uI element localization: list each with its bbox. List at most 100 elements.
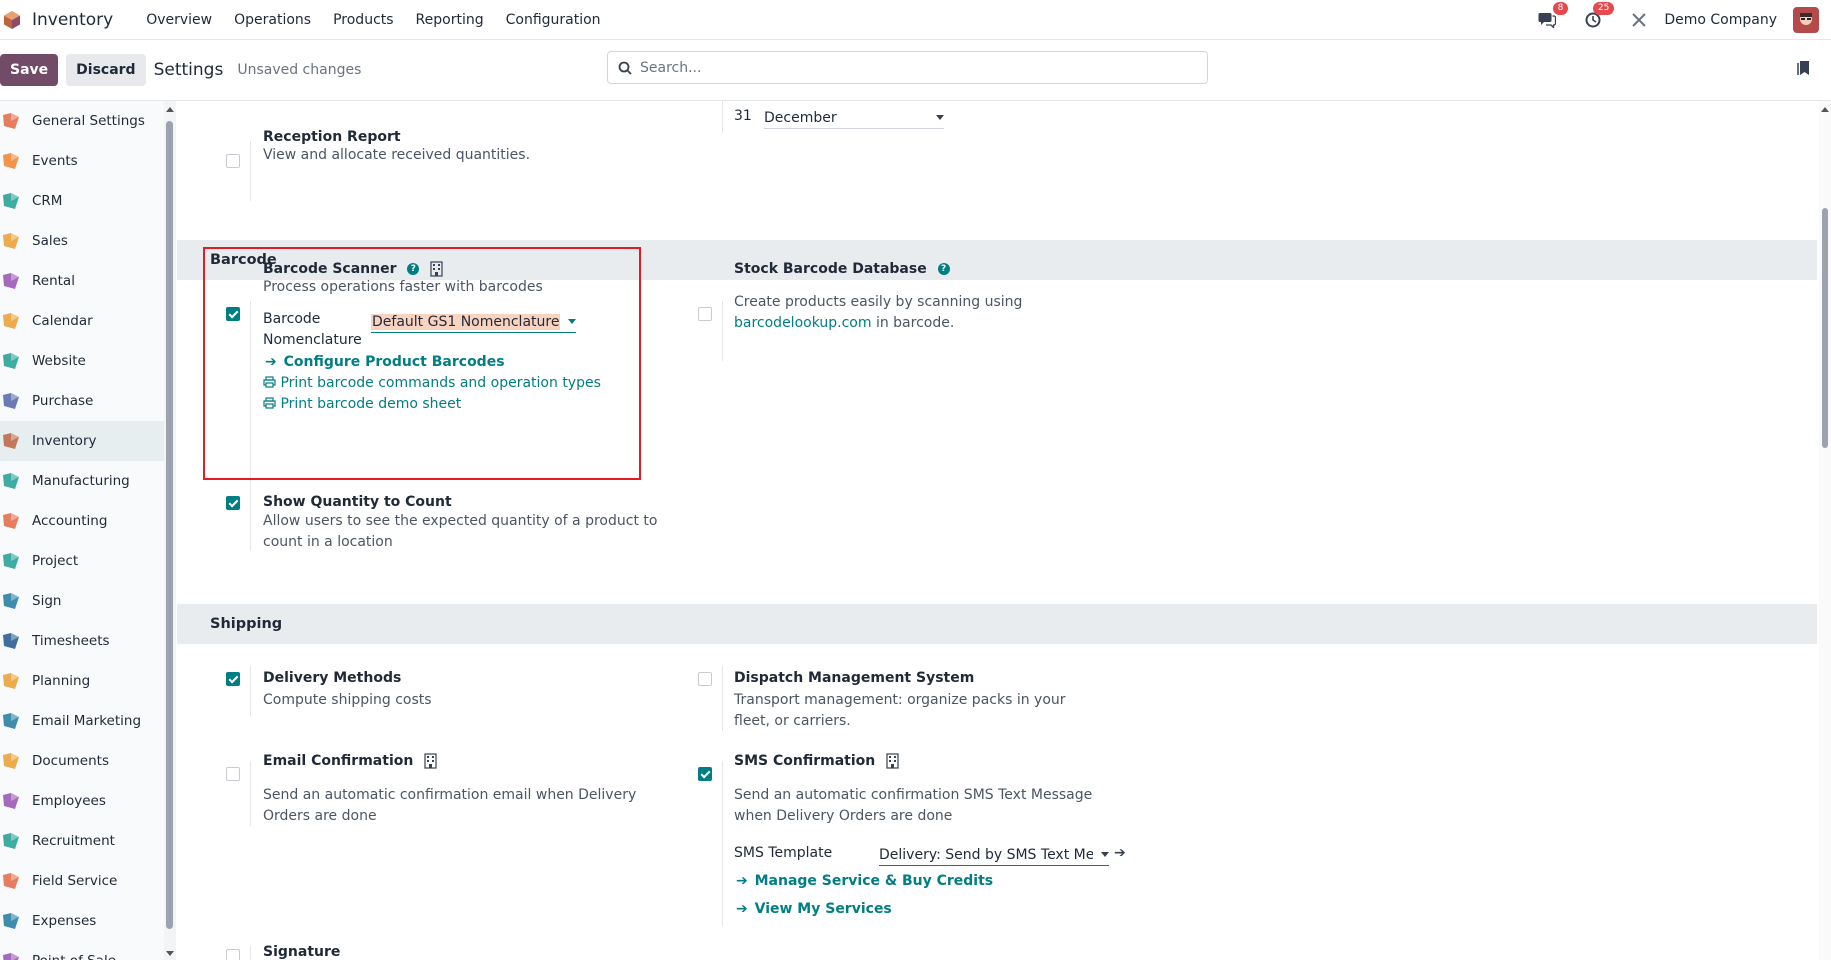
sidebar-item-label: Email Marketing [32, 713, 142, 729]
stock-barcode-db-checkbox[interactable] [698, 307, 712, 321]
sidebar-item-label: Manufacturing [32, 473, 130, 489]
menu-products[interactable]: Products [322, 12, 404, 28]
sidebar-item-label: Sign [32, 593, 62, 609]
show-quantity-title: Show Quantity to Count [263, 494, 452, 510]
company-switcher[interactable]: Demo Company [1664, 12, 1777, 28]
search-icon [618, 61, 632, 75]
sidebar-item-label: Documents [32, 753, 109, 769]
debug-tools-button[interactable] [1628, 9, 1650, 31]
timesheets-icon [0, 630, 22, 652]
sidebar-item-point-of-sale[interactable]: Point of Sale [0, 941, 175, 960]
sidebar-item-general-settings[interactable]: General Settings [0, 101, 175, 141]
sidebar-item-label: Purchase [32, 393, 94, 409]
sidebar-item-calendar[interactable]: Calendar [0, 301, 175, 341]
sidebar-item-sign[interactable]: Sign [0, 581, 175, 621]
stock-barcode-db-heading: Stock Barcode Database ? [734, 261, 950, 277]
sidebar-item-field-service[interactable]: Field Service [0, 861, 175, 901]
show-quantity-checkbox[interactable] [226, 496, 240, 510]
sidebar-item-employees[interactable]: Employees [0, 781, 175, 821]
reception-report-title: Reception Report [263, 129, 401, 145]
menu-configuration[interactable]: Configuration [495, 12, 612, 28]
sms-confirmation-checkbox[interactable] [698, 767, 712, 781]
sidebar-item-expenses[interactable]: Expenses [0, 901, 175, 941]
dispatch-management-desc: Transport management: organize packs in … [734, 692, 1066, 729]
reception-report-desc: View and allocate received quantities. [263, 147, 531, 163]
unsaved-indicator: Unsaved changes [237, 62, 362, 78]
barcodelookup-link[interactable]: barcodelookup.com [734, 315, 871, 331]
sidebar-item-rental[interactable]: Rental [0, 261, 175, 301]
sms-template-open-arrow-icon[interactable]: ➔ [1114, 845, 1126, 861]
expenses-icon [0, 910, 22, 932]
sales-icon [0, 230, 22, 252]
signature-checkbox[interactable] [226, 949, 240, 960]
email-confirmation-title: Email Confirmation [263, 753, 414, 769]
sidebar-item-manufacturing[interactable]: Manufacturing [0, 461, 175, 501]
stock-barcode-db-title: Stock Barcode Database [734, 261, 927, 277]
sidebar-item-accounting[interactable]: Accounting [0, 501, 175, 541]
email-confirmation-checkbox[interactable] [226, 767, 240, 781]
messages-button[interactable]: 8 [1536, 2, 1569, 31]
sidebar-item-crm[interactable]: CRM [0, 181, 175, 221]
sign-icon [0, 590, 22, 612]
user-avatar[interactable] [1793, 7, 1819, 33]
email-marketing-icon [0, 710, 22, 732]
menu-reporting[interactable]: Reporting [405, 12, 495, 28]
manage-service-link[interactable]: ➔ Manage Service & Buy Credits [736, 873, 993, 889]
chevron-down-icon [1101, 852, 1109, 857]
sidebar-item-label: CRM [32, 193, 63, 209]
sidebar-item-events[interactable]: Events [0, 141, 175, 181]
help-icon[interactable]: ? [937, 263, 950, 275]
activities-badge: 25 [1592, 2, 1615, 15]
sms-confirmation-desc: Send an automatic confirmation SMS Text … [734, 787, 1093, 824]
bookmark-icon[interactable] [1797, 60, 1811, 76]
control-panel: Save Discard Settings Unsaved changes [0, 40, 1831, 101]
menu-operations[interactable]: Operations [223, 12, 322, 28]
sidebar-item-sales[interactable]: Sales [0, 221, 175, 261]
sidebar-item-website[interactable]: Website [0, 341, 175, 381]
purchase-icon [0, 390, 22, 412]
view-my-services-link[interactable]: ➔ View My Services [736, 901, 892, 917]
discard-button[interactable]: Discard [66, 54, 146, 86]
reception-report-checkbox[interactable] [226, 154, 240, 168]
app-name[interactable]: Inventory [32, 10, 113, 30]
sidebar-item-label: Field Service [32, 873, 118, 889]
sidebar-item-label: Website [32, 353, 86, 369]
sidebar-item-documents[interactable]: Documents [0, 741, 175, 781]
fiscal-day-value[interactable]: 31 [734, 108, 752, 124]
sidebar-item-label: Accounting [32, 513, 108, 529]
sidebar-item-label: Timesheets [32, 633, 110, 649]
activities-button[interactable]: 25 [1582, 2, 1615, 31]
sidebar-item-label: Planning [32, 673, 91, 689]
inventory-icon [0, 430, 22, 452]
sidebar-item-timesheets[interactable]: Timesheets [0, 621, 175, 661]
save-button[interactable]: Save [0, 54, 59, 86]
sidebar-item-project[interactable]: Project [0, 541, 175, 581]
project-icon [0, 550, 22, 572]
sidebar-item-recruitment[interactable]: Recruitment [0, 821, 175, 861]
search-input[interactable] [640, 59, 1207, 76]
fiscal-month-select[interactable]: December [764, 107, 944, 129]
shipping-section-title: Shipping [210, 616, 283, 632]
menu-overview[interactable]: Overview [135, 12, 223, 28]
sms-template-select[interactable]: Delivery: Send by SMS Text Messa [879, 844, 1109, 866]
sidebar-item-label: Point of Sale [32, 953, 116, 960]
sms-template-value: Delivery: Send by SMS Text Messa [879, 846, 1093, 863]
sidebar-scrollbar[interactable] [164, 101, 176, 960]
chat-icon [1538, 13, 1557, 28]
settings-content: 31 December Reception Report View and al… [177, 101, 1831, 960]
sidebar-item-label: General Settings [32, 113, 145, 129]
show-quantity-desc: Allow users to see the expected quantity… [263, 513, 658, 550]
dispatch-management-checkbox[interactable] [698, 672, 712, 686]
page-title: Settings [153, 60, 224, 80]
sidebar-item-planning[interactable]: Planning [0, 661, 175, 701]
delivery-methods-title: Delivery Methods [263, 670, 402, 686]
inventory-app-icon[interactable] [2, 10, 22, 30]
search-box [607, 51, 1208, 84]
sidebar-item-purchase[interactable]: Purchase [0, 381, 175, 421]
sidebar-item-inventory[interactable]: Inventory [0, 421, 175, 461]
sms-confirmation-title: SMS Confirmation [734, 753, 876, 769]
delivery-methods-checkbox[interactable] [226, 672, 240, 686]
sidebar-item-email-marketing[interactable]: Email Marketing [0, 701, 175, 741]
email-confirmation-desc: Send an automatic confirmation email whe… [263, 787, 637, 824]
content-scrollbar[interactable] [1819, 101, 1831, 960]
